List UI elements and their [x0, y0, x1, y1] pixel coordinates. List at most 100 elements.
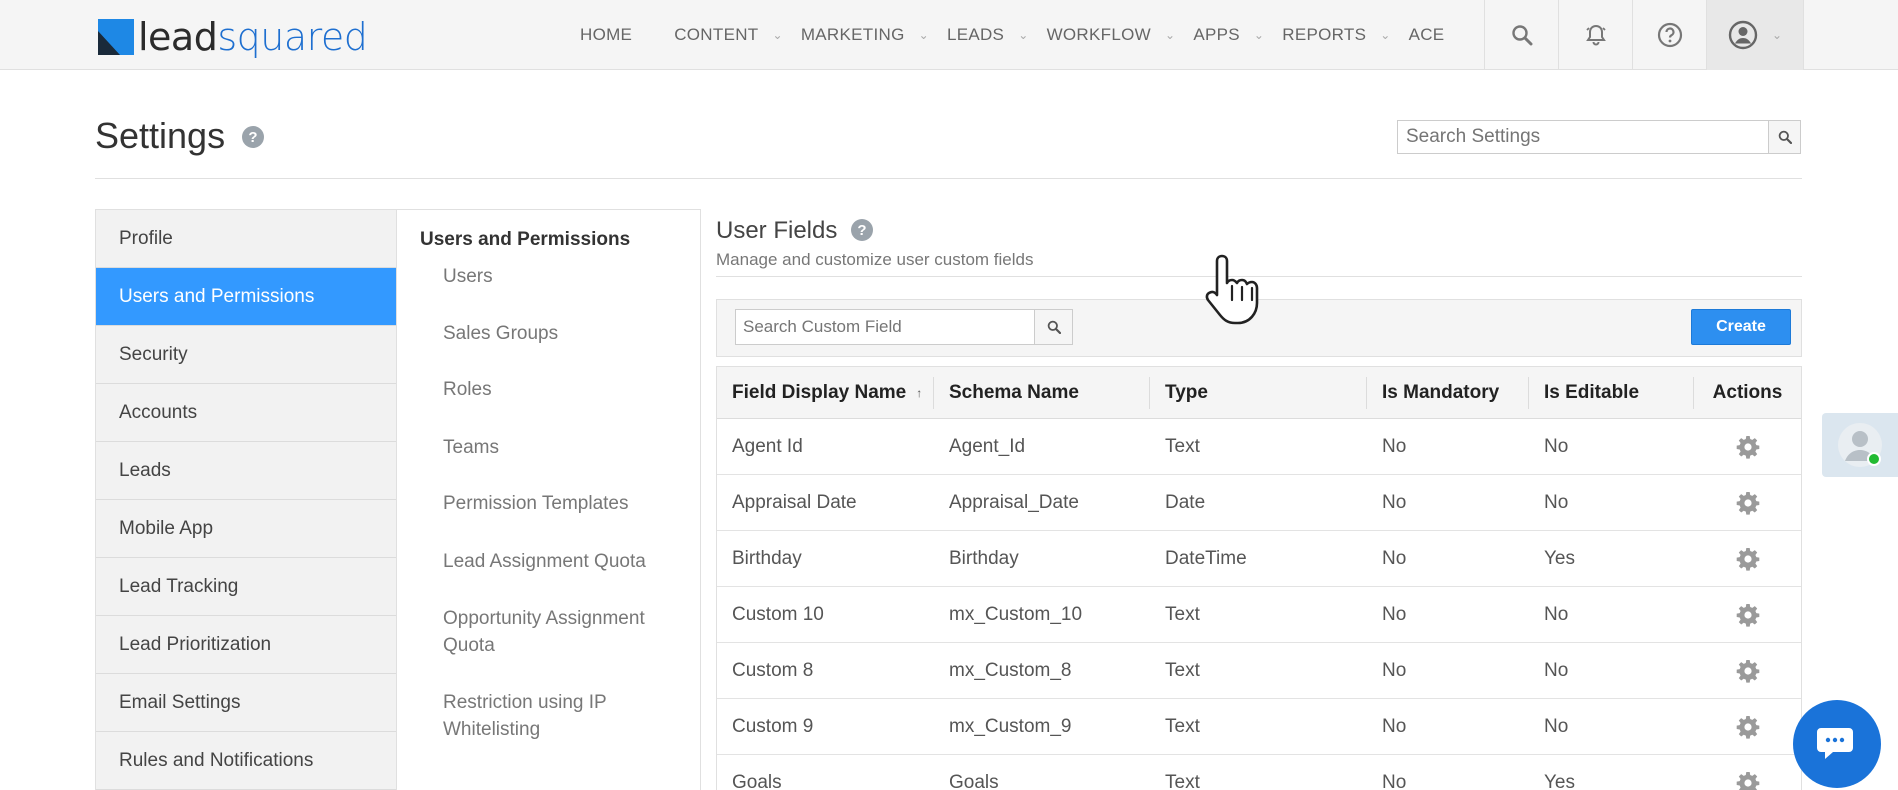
agent-avatar-icon [1838, 423, 1882, 467]
sub-menu-item-lead-assignment-quota[interactable]: Lead Assignment Quota [443, 548, 683, 575]
nav-item-reports[interactable]: REPORTS ⌄ [1282, 25, 1390, 45]
nav-item-apps[interactable]: APPS ⌄ [1193, 25, 1264, 45]
help-icon[interactable] [1632, 0, 1706, 70]
column-header-is-editable[interactable]: Is Editable [1529, 367, 1694, 419]
cell-type: Text [1165, 771, 1200, 790]
cell-type: Text [1165, 715, 1200, 737]
left-menu-item-lead-tracking[interactable]: Lead Tracking [96, 558, 396, 616]
table-row: Birthday Birthday DateTime No Yes [717, 531, 1801, 587]
agent-status-widget[interactable] [1822, 413, 1898, 477]
nav-item-home[interactable]: HOME [580, 25, 632, 45]
nav-item-leads[interactable]: LEADS ⌄ [947, 25, 1029, 45]
cell-is-mandatory: No [1382, 603, 1407, 625]
create-button[interactable]: Create [1691, 309, 1791, 345]
nav-item-label: REPORTS [1282, 25, 1367, 44]
cell-is-editable: No [1544, 715, 1569, 737]
cell-field-display-name: Goals [732, 771, 782, 790]
row-actions-gear-icon[interactable] [1694, 603, 1801, 627]
search-settings-button[interactable] [1768, 121, 1800, 153]
nav-item-content[interactable]: CONTENT ⌄ [674, 25, 783, 45]
cell-is-mandatory: No [1382, 715, 1407, 737]
table-row: Custom 8 mx_Custom_8 Text No No [717, 643, 1801, 699]
sub-menu-item-restriction-using-ip-whitelisting[interactable]: Restriction using IP Whitelisting [443, 689, 683, 743]
cell-schema-name: Agent_Id [949, 435, 1026, 457]
column-header-is-mandatory[interactable]: Is Mandatory [1367, 367, 1529, 419]
cell-field-display-name: Custom 10 [732, 603, 824, 625]
chat-bubble-icon [1817, 728, 1853, 759]
table-row: Custom 9 mx_Custom_9 Text No No [717, 699, 1801, 755]
nav-item-label: LEADS [946, 25, 1005, 44]
cell-field-display-name: Custom 8 [732, 659, 814, 681]
nav-item-workflow[interactable]: WORKFLOW ⌄ [1047, 25, 1176, 45]
cell-is-mandatory: No [1382, 435, 1407, 457]
row-actions-gear-icon[interactable] [1694, 435, 1801, 459]
table-row: Goals Goals Text No Yes [717, 755, 1801, 790]
cell-is-editable: No [1544, 491, 1569, 513]
cell-is-mandatory: No [1382, 547, 1407, 569]
sub-menu-item-roles[interactable]: Roles [443, 376, 683, 403]
top-navbar: leadsquared HOME CONTENT ⌄ MARKETING ⌄ LEADS ⌄… [0, 0, 1898, 70]
table-row: Agent Id Agent_Id Text No No [717, 419, 1801, 475]
nav-item-label: WORKFLOW [1046, 25, 1151, 44]
custom-field-search-box [735, 309, 1073, 345]
hand-cursor-icon [1200, 250, 1266, 333]
section-title: User Fields [716, 217, 838, 244]
left-menu-item-lead-prioritization[interactable]: Lead Prioritization [96, 616, 396, 674]
row-actions-gear-icon[interactable] [1694, 771, 1801, 790]
left-menu-item-leads[interactable]: Leads [96, 442, 396, 500]
custom-field-search-button[interactable] [1034, 310, 1072, 344]
row-actions-gear-icon[interactable] [1694, 491, 1801, 515]
left-menu-item-users-and-permissions[interactable]: Users and Permissions [96, 268, 396, 326]
table-header: Field Display Name ↑ Schema Name Type Is Man… [717, 367, 1801, 419]
left-menu-item-security[interactable]: Security [96, 326, 396, 384]
nav-item-ace[interactable]: ACE [1409, 25, 1445, 45]
sub-menu-item-teams[interactable]: Teams [443, 434, 683, 461]
user-profile-menu[interactable]: ⌄ [1706, 0, 1804, 70]
cell-type: Date [1165, 491, 1206, 513]
left-menu-item-email-settings[interactable]: Email Settings [96, 674, 396, 732]
row-actions-gear-icon[interactable] [1694, 659, 1801, 683]
leadsquared-logo[interactable]: leadsquared [98, 17, 368, 57]
search-icon[interactable] [1484, 0, 1558, 70]
row-actions-gear-icon[interactable] [1694, 547, 1801, 571]
bell-icon[interactable] [1558, 0, 1632, 70]
cell-schema-name: mx_Custom_8 [949, 659, 1072, 681]
nav-item-label: MARKETING [800, 25, 905, 44]
column-header-label: Is Editable [1544, 381, 1640, 403]
cell-is-editable: Yes [1544, 771, 1575, 790]
search-icon [1778, 130, 1792, 144]
search-icon [1047, 320, 1061, 334]
cell-is-editable: Yes [1544, 547, 1575, 569]
search-settings-input[interactable] [1398, 121, 1768, 153]
sub-menu-item-permission-templates[interactable]: Permission Templates [443, 490, 683, 517]
user-fields-help-icon[interactable]: ? [851, 219, 873, 241]
column-header-field-display-name[interactable]: Field Display Name ↑ [717, 367, 934, 419]
cell-schema-name: Goals [949, 771, 999, 790]
row-actions-gear-icon[interactable] [1694, 715, 1801, 739]
left-menu-item-rules-and-notifications[interactable]: Rules and Notifications [96, 732, 396, 790]
header-divider [95, 178, 1802, 179]
left-menu-item-accounts[interactable]: Accounts [96, 384, 396, 442]
nav-item-label: CONTENT [674, 25, 759, 44]
sub-menu-item-opportunity-assignment-quota[interactable]: Opportunity Assignment Quota [443, 605, 683, 659]
sub-menu-item-users[interactable]: Users [443, 263, 683, 290]
column-header-schema-name[interactable]: Schema Name [934, 367, 1150, 419]
left-menu-item-mobile-app[interactable]: Mobile App [96, 500, 396, 558]
column-header-actions: Actions [1694, 367, 1801, 419]
cell-field-display-name: Appraisal Date [732, 491, 857, 513]
cell-schema-name: Birthday [949, 547, 1019, 569]
cell-type: Text [1165, 435, 1200, 457]
cell-field-display-name: Custom 9 [732, 715, 814, 737]
nav-item-marketing[interactable]: MARKETING ⌄ [801, 25, 929, 45]
nav-item-label: HOME [580, 25, 633, 44]
column-header-type[interactable]: Type [1150, 367, 1367, 419]
custom-field-search-input[interactable] [736, 310, 1034, 344]
nav-icon-group: ⌄ [1484, 0, 1804, 70]
left-menu-item-profile[interactable]: Profile [96, 210, 396, 268]
settings-help-icon[interactable]: ? [242, 126, 264, 148]
logo-mark-icon [98, 19, 134, 55]
cell-is-mandatory: No [1382, 491, 1407, 513]
sub-menu-item-sales-groups[interactable]: Sales Groups [443, 320, 683, 347]
nav-item-label: ACE [1408, 25, 1445, 44]
chat-launcher-button[interactable] [1793, 700, 1881, 788]
